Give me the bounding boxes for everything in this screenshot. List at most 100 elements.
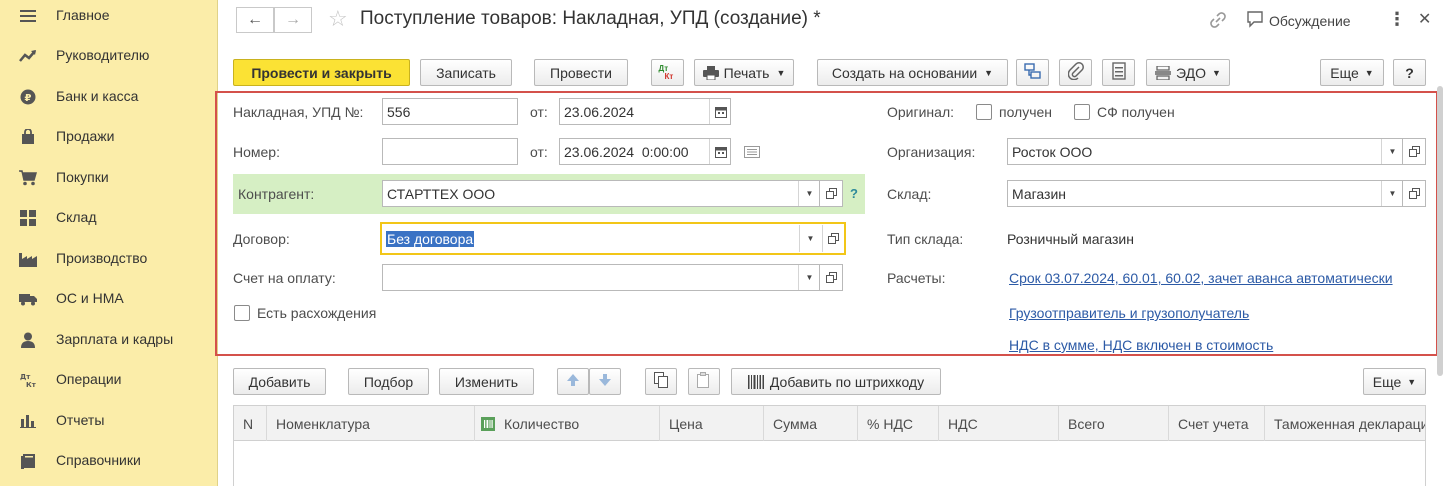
invoice-number-input[interactable]: 556 [382, 98, 518, 125]
printer-icon [702, 65, 719, 80]
column-vat[interactable]: НДС [939, 406, 1059, 442]
number-input[interactable] [382, 138, 518, 165]
vat-link[interactable]: НДС в сумме, НДС включен в стоимость [1009, 337, 1273, 353]
invoice-date-input[interactable]: 23.06.2024 [559, 98, 731, 125]
dropdown-arrow-icon[interactable]: ▼ [1381, 139, 1402, 164]
post-and-close-button[interactable]: Провести и закрыть [233, 59, 410, 86]
comment-icon[interactable] [744, 145, 760, 161]
link-icon[interactable] [1208, 10, 1228, 33]
payment-account-open-button[interactable] [819, 264, 843, 291]
more-button[interactable]: Еще ▼ [1320, 59, 1384, 86]
calendar-icon[interactable] [709, 139, 730, 164]
table-body[interactable] [233, 441, 1426, 486]
column-total[interactable]: Всего [1059, 406, 1169, 442]
payment-account-input[interactable]: ▼ [382, 264, 820, 291]
sidebar-item-assets[interactable]: ОС и НМА [0, 284, 218, 314]
discussion-label: Обсуждение [1269, 12, 1351, 29]
settlements-link[interactable]: Срок 03.07.2024, 60.01, 60.02, зачет ава… [1009, 270, 1393, 286]
sidebar-item-warehouse[interactable]: Склад [0, 203, 218, 233]
organization-input[interactable]: Росток ООО ▼ [1007, 138, 1403, 165]
move-up-button[interactable] [557, 368, 589, 395]
sidebar-item-salary[interactable]: Зарплата и кадры [0, 325, 218, 355]
column-number[interactable]: N [234, 406, 267, 442]
add-row-button[interactable]: Добавить [233, 368, 326, 395]
consignor-link[interactable]: Грузоотправитель и грузополучатель [1009, 305, 1249, 321]
save-button[interactable]: Записать [420, 59, 512, 86]
sidebar-item-sales[interactable]: Продажи [0, 122, 218, 152]
book-icon [18, 452, 38, 470]
help-button[interactable]: ? [1393, 59, 1426, 86]
move-down-button[interactable] [589, 368, 621, 395]
factory-icon [18, 250, 38, 268]
number-date-from-label: от: [530, 144, 548, 160]
close-icon[interactable]: ✕ [1418, 9, 1431, 29]
page-title: Поступление товаров: Накладная, УПД (соз… [360, 8, 821, 29]
counterparty-open-button[interactable] [819, 180, 843, 207]
organization-label: Организация: [887, 144, 976, 160]
discrepancy-checkbox[interactable] [234, 305, 250, 321]
forward-button[interactable]: → [274, 7, 312, 33]
dropdown-arrow-icon[interactable]: ▼ [799, 225, 821, 252]
print-button[interactable]: Печать ▼ [694, 59, 794, 86]
post-button[interactable]: Провести [534, 59, 628, 86]
organization-open-button[interactable] [1402, 138, 1426, 165]
more-icon[interactable]: ⋮ [1388, 9, 1406, 30]
sidebar-item-label: Покупки [56, 169, 109, 185]
column-quantity[interactable]: Количество [475, 406, 660, 442]
sidebar-item-main[interactable]: Главное [0, 1, 218, 31]
warehouse-input[interactable]: Магазин ▼ [1007, 180, 1403, 207]
create-based-label: Создать на основании [831, 64, 978, 81]
discussion-button[interactable]: Обсуждение [1246, 10, 1351, 31]
dropdown-arrow-icon: ▼ [1212, 67, 1221, 78]
copy-row-button[interactable] [645, 368, 677, 395]
column-vat-rate[interactable]: % НДС [858, 406, 939, 442]
sidebar-item-bank[interactable]: ₽ Банк и касса [0, 82, 218, 112]
column-customs-declaration[interactable]: Таможенная декларация [1265, 406, 1425, 442]
add-by-barcode-button[interactable]: Добавить по штрихкоду [731, 368, 941, 395]
original-received-checkbox[interactable] [976, 104, 992, 120]
open-form-icon[interactable] [822, 225, 844, 252]
column-account[interactable]: Счет учета [1169, 406, 1265, 442]
number-datetime-input[interactable]: 23.06.2024 0:00:00 [559, 138, 731, 165]
settlements-label: Расчеты: [887, 270, 946, 286]
calendar-icon[interactable] [709, 99, 730, 124]
structure-button[interactable] [1016, 59, 1049, 86]
create-based-on-button[interactable]: Создать на основании ▼ [817, 59, 1008, 86]
counterparty-input[interactable]: СТАРТТЕХ ООО ▼ [382, 180, 820, 207]
dropdown-arrow-icon[interactable]: ▼ [1381, 181, 1402, 206]
edo-button[interactable]: ЭДО ▼ [1146, 59, 1230, 86]
pick-button[interactable]: Подбор [348, 368, 429, 395]
dt-kt-button[interactable]: Дт Кт [651, 59, 684, 86]
column-nomenclature[interactable]: Номенклатура [267, 406, 475, 442]
sidebar-item-operations[interactable]: Дт Кт Операции [0, 365, 218, 395]
sidebar-item-reports[interactable]: Отчеты [0, 406, 218, 436]
edit-row-button[interactable]: Изменить [439, 368, 534, 395]
sf-received-checkbox[interactable] [1074, 104, 1090, 120]
attach-button[interactable] [1059, 59, 1092, 86]
chat-icon [1246, 10, 1264, 31]
counterparty-help-icon[interactable]: ? [850, 186, 858, 201]
print-label: Печать [723, 64, 770, 81]
counterparty-label: Контрагент: [238, 186, 315, 202]
warehouse-open-button[interactable] [1402, 180, 1426, 207]
original-received-label: получен [999, 104, 1053, 120]
document-button[interactable] [1102, 59, 1135, 86]
back-button[interactable]: ← [236, 7, 274, 33]
dropdown-arrow-icon[interactable]: ▼ [798, 181, 819, 206]
column-sum[interactable]: Сумма [764, 406, 858, 442]
warehouse-value: Магазин [1012, 185, 1067, 202]
paste-row-button[interactable] [688, 368, 720, 395]
dropdown-arrow-icon[interactable]: ▼ [798, 265, 819, 290]
sidebar-item-production[interactable]: Производство [0, 244, 218, 274]
sidebar-item-directories[interactable]: Справочники [0, 446, 218, 476]
table-more-button[interactable]: Еще ▼ [1363, 368, 1426, 395]
hierarchy-icon [1023, 63, 1042, 82]
sidebar-item-purchases[interactable]: Покупки [0, 163, 218, 193]
dt-kt-report-icon: Дт Кт [658, 63, 674, 81]
star-icon[interactable]: ☆ [328, 6, 348, 32]
column-price[interactable]: Цена [660, 406, 764, 442]
scrollbar-thumb[interactable] [1437, 86, 1443, 376]
counterparty-value: СТАРТТЕХ ООО [387, 185, 496, 202]
contract-input[interactable]: Без договора ▼ [380, 222, 846, 255]
sidebar-item-manager[interactable]: Руководителю [0, 41, 218, 71]
